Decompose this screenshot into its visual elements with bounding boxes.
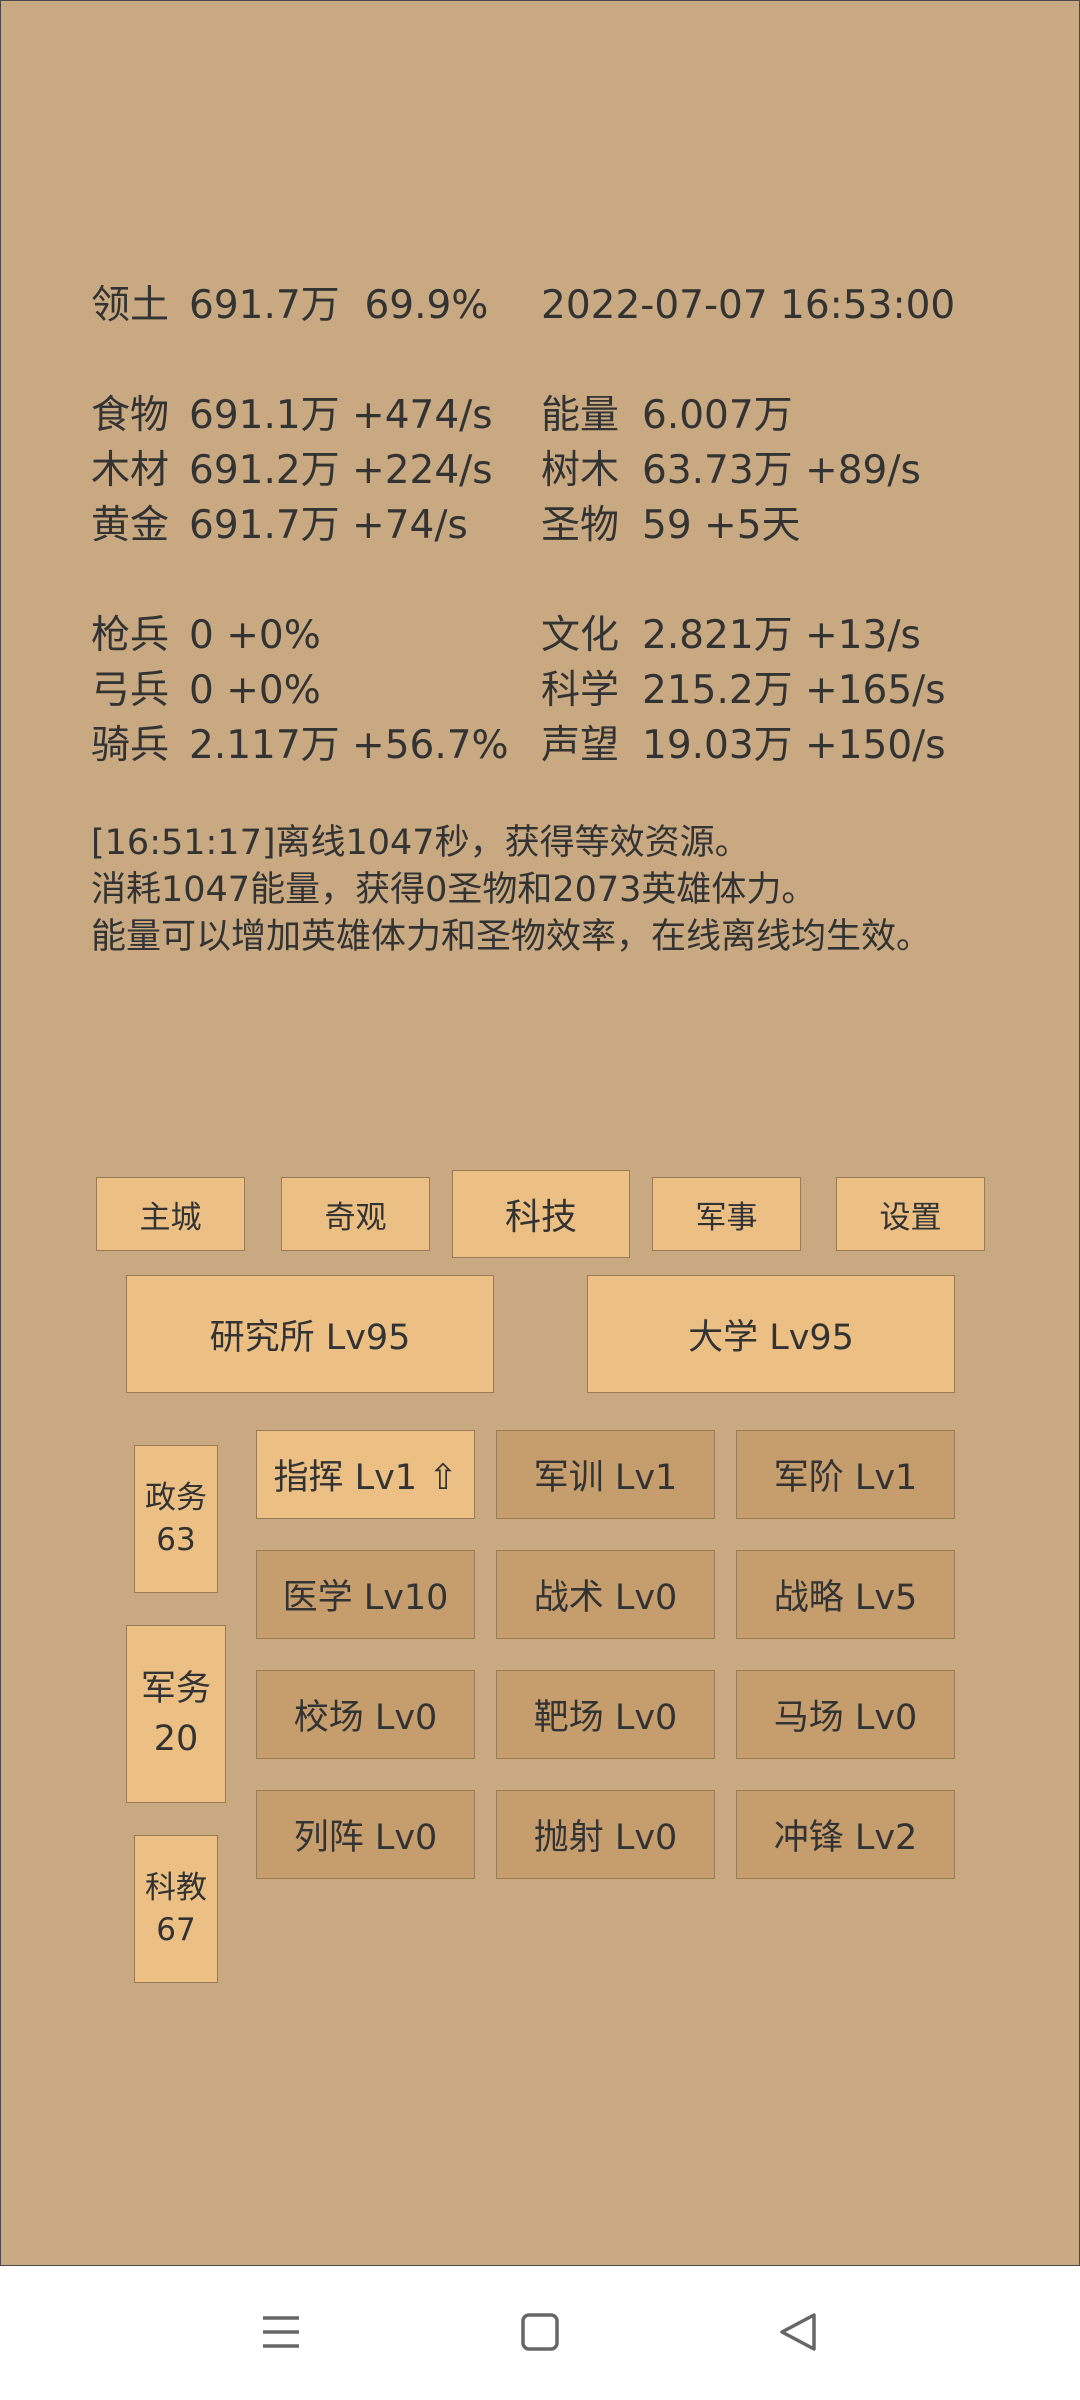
tab-main-city[interactable]: 主城 [96,1177,245,1251]
datetime: 2022-07-07 16:53:00 [541,283,956,328]
tech-drill-ground[interactable]: 校场 Lv0 [256,1670,475,1759]
stat-value: 691.7万 +74/s [189,503,468,548]
stat-cavalry: 骑兵 2.117万 +56.7% [91,718,509,773]
stat-prestige: 声望 19.03万 +150/s [541,718,946,773]
log-line: 消耗1047能量，获得0圣物和2073英雄体力。 [91,870,817,910]
category-politics[interactable]: 政务 63 [134,1445,218,1593]
stat-value: 0 +0% [189,613,321,658]
stat-food: 食物 691.1万 +474/s [91,388,493,443]
tech-shooting-range[interactable]: 靶场 Lv0 [496,1670,715,1759]
stat-label: 文化 [541,613,620,658]
tech-command[interactable]: 指挥 Lv1 ⇧ [256,1430,475,1519]
stat-archers: 弓兵 0 +0% [91,663,321,718]
building-university[interactable]: 大学 Lv95 [587,1275,955,1393]
back-triangle-icon[interactable] [768,2302,828,2362]
stat-energy: 能量 6.007万 [541,388,793,443]
category-value: 20 [153,1719,199,1759]
stat-wood: 木材 691.2万 +224/s [91,443,493,498]
category-name: 军务 [140,1669,211,1709]
category-name: 科教 [145,1870,207,1906]
home-square-icon[interactable] [510,2302,570,2362]
tab-wonders[interactable]: 奇观 [281,1177,430,1251]
system-navigation-bar [0,2266,1080,2400]
stat-label: 木材 [91,448,170,493]
tab-military[interactable]: 军事 [652,1177,801,1251]
territory-value: 691.7万 [189,283,340,328]
tab-settings[interactable]: 设置 [836,1177,985,1251]
game-screen: 领土 691.7万 69.9% 2022-07-07 16:53:00 食物 691… [0,0,1080,2266]
tab-technology[interactable]: 科技 [452,1170,630,1258]
tech-charge[interactable]: 冲锋 Lv2 [736,1790,955,1879]
stat-label: 骑兵 [91,723,170,768]
stat-culture: 文化 2.821万 +13/s [541,608,921,663]
category-value: 63 [156,1522,196,1558]
territory-label: 领土 [91,283,170,328]
stat-spearmen: 枪兵 0 +0% [91,608,321,663]
tech-projectile[interactable]: 抛射 Lv0 [496,1790,715,1879]
category-science-education[interactable]: 科教 67 [134,1835,218,1983]
stat-value: 63.73万 +89/s [642,448,921,493]
category-value: 67 [156,1912,196,1948]
tech-military-rank[interactable]: 军阶 Lv1 [736,1430,955,1519]
stat-label: 声望 [541,723,620,768]
category-military-affairs[interactable]: 军务 20 [126,1625,226,1803]
tech-stables[interactable]: 马场 Lv0 [736,1670,955,1759]
stat-value: 2.117万 +56.7% [189,723,509,768]
stat-value: 59 +5天 [642,503,801,548]
stat-value: 0 +0% [189,668,321,713]
log-line: [16:51:17]离线1047秒，获得等效资源。 [91,823,750,863]
stat-label: 黄金 [91,503,170,548]
tech-tactics[interactable]: 战术 Lv0 [496,1550,715,1639]
stat-relics: 圣物 59 +5天 [541,498,801,553]
stat-value: 691.1万 +474/s [189,393,493,438]
territory-percent: 69.9% [364,283,489,328]
menu-icon[interactable] [251,2302,311,2362]
tech-medicine[interactable]: 医学 Lv10 [256,1550,475,1639]
stat-trees: 树木 63.73万 +89/s [541,443,921,498]
tech-formation[interactable]: 列阵 Lv0 [256,1790,475,1879]
stat-label: 食物 [91,393,170,438]
tech-military-training[interactable]: 军训 Lv1 [496,1430,715,1519]
tech-strategy[interactable]: 战略 Lv5 [736,1550,955,1639]
stat-value: 691.2万 +224/s [189,448,493,493]
stat-gold: 黄金 691.7万 +74/s [91,498,468,553]
log-line: 能量可以增加英雄体力和圣物效率，在线离线均生效。 [91,917,932,957]
stat-science: 科学 215.2万 +165/s [541,663,946,718]
stat-label: 科学 [541,668,620,713]
category-name: 政务 [145,1480,207,1516]
stat-value: 2.821万 +13/s [642,613,921,658]
territory-row: 领土 691.7万 69.9% [91,278,488,333]
stat-value: 6.007万 [642,393,793,438]
stat-value: 19.03万 +150/s [642,723,946,768]
building-research-institute[interactable]: 研究所 Lv95 [126,1275,494,1393]
stat-label: 能量 [541,393,620,438]
stat-label: 树木 [541,448,620,493]
stat-label: 弓兵 [91,668,170,713]
stat-value: 215.2万 +165/s [642,668,946,713]
stat-label: 圣物 [541,503,620,548]
stat-label: 枪兵 [91,613,170,658]
